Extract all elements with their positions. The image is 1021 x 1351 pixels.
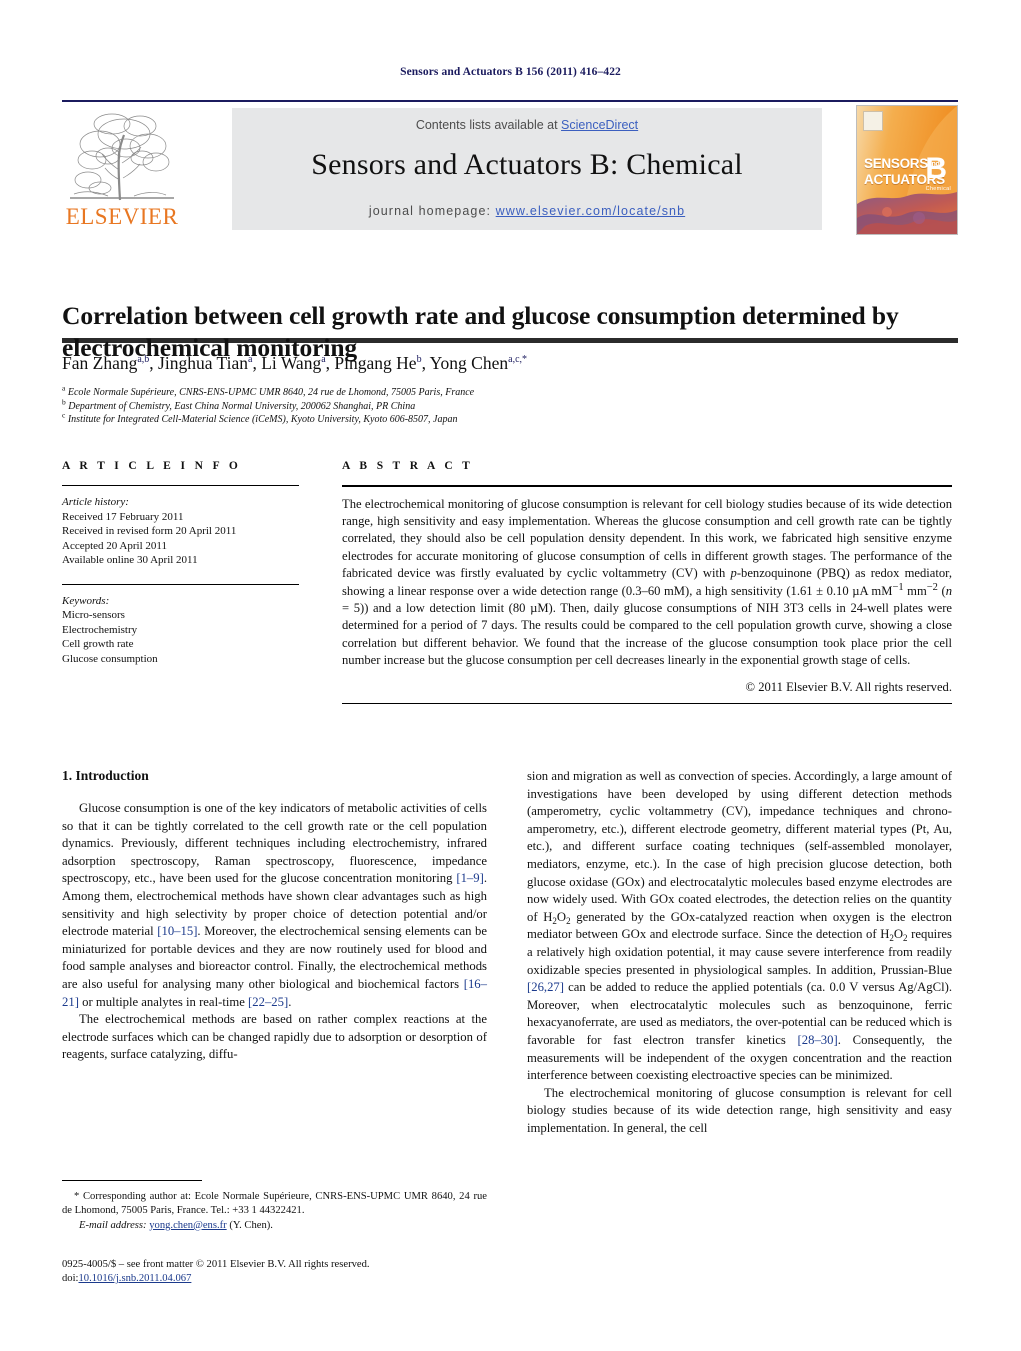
keywords-rule (62, 583, 299, 585)
corresponding-author-note: * Corresponding author at: Ecole Normale… (62, 1190, 487, 1219)
article-history-list: Received 17 February 2011 Received in re… (62, 510, 299, 568)
paper-page: Sensors and Actuators B 156 (2011) 416–4… (0, 0, 1021, 1351)
footnote-block: * Corresponding author at: Ecole Normale… (62, 1180, 487, 1233)
body-column-right: sion and migration as well as convection… (527, 768, 952, 1137)
email-link[interactable]: yong.chen@ens.fr (149, 1220, 226, 1231)
history-item: Received in revised form 20 April 2011 (62, 525, 237, 537)
contents-available-line: Contents lists available at ScienceDirec… (232, 118, 822, 132)
author-list: Fan Zhanga,b, Jinghua Tiana, Li Wanga, P… (62, 353, 528, 373)
info-abstract-block: A R T I C L E I N F O Article history: R… (62, 460, 952, 730)
abstract-rule (342, 485, 952, 487)
sciencedirect-link[interactable]: ScienceDirect (561, 118, 638, 132)
history-item: Available online 30 April 2011 (62, 554, 198, 566)
history-item: Received 17 February 2011 (62, 510, 184, 523)
homepage-label: journal homepage: (368, 204, 492, 218)
cover-subtitle: Chemical (925, 186, 951, 192)
footnote-rule (62, 1180, 202, 1181)
affiliation-marker-c: c (62, 410, 66, 420)
abstract-column: A B S T R A C T The electrochemical moni… (342, 460, 953, 705)
affiliation-b: b Department of Chemistry, East China No… (62, 397, 952, 414)
journal-homepage-line: journal homepage: www.elsevier.com/locat… (232, 204, 822, 218)
keyword-item: Electrochemistry (62, 623, 138, 636)
affiliation-a: a Ecole Normale Supérieure, CNRS-ENS-UPM… (62, 383, 952, 400)
journal-title: Sensors and Actuators B: Chemical (311, 148, 743, 181)
affiliation-text-a: Ecole Normale Supérieure, CNRS-ENS-UPMC … (67, 387, 475, 398)
paragraph: The electrochemical methods are based on… (62, 1012, 487, 1062)
paragraph: The electrochemical monitoring of glucos… (527, 1085, 952, 1135)
corresponding-author-text: * Corresponding author at: Ecole Normale… (62, 1191, 487, 1217)
elsevier-tree-icon (70, 113, 174, 201)
doi-label: doi: (62, 1273, 79, 1285)
email-suffix: (Y. Chen). (229, 1219, 273, 1231)
keyword-item: Cell growth rate (62, 638, 134, 650)
contents-band: Contents lists available at ScienceDirec… (232, 108, 822, 230)
affiliation-text-c: Institute for Integrated Cell-Material S… (67, 414, 458, 425)
email-label: E-mail address: (79, 1219, 147, 1231)
contents-prefix: Contents lists available at (415, 118, 562, 132)
cover-line-sensors: SENSORS (864, 156, 928, 171)
affiliation-marker-b: b (62, 397, 66, 407)
email-note: E-mail address: yong.chen@ens.fr (Y. Che… (62, 1219, 487, 1233)
abstract-heading: A B S T R A C T (342, 460, 474, 472)
history-item: Accepted 20 April 2011 (62, 539, 167, 552)
elsevier-wordmark: ELSEVIER (65, 204, 179, 229)
affiliation-marker-a: a (62, 383, 66, 393)
article-history-label: Article history: (62, 496, 129, 508)
issn-copyright-line: 0925-4005/$ – see front matter © 2011 El… (62, 1259, 370, 1270)
abstract-copyright: © 2011 Elsevier B.V. All rights reserved… (745, 679, 953, 694)
affiliation-c: c Institute for Integrated Cell-Material… (62, 410, 952, 427)
paragraph: sion and migration as well as convection… (527, 769, 953, 1083)
running-head: Sensors and Actuators B 156 (2011) 416–4… (400, 66, 621, 78)
imprint-block: 0925-4005/$ – see front matter © 2011 El… (62, 1258, 492, 1287)
journal-homepage-link[interactable]: www.elsevier.com/locate/snb (496, 204, 686, 218)
cover-publisher-mark (863, 111, 883, 131)
keywords-label: Keywords: (62, 594, 110, 607)
doi-link[interactable]: 10.1016/j.snb.2011.04.067 (78, 1273, 191, 1284)
abstract-text: The electrochemical monitoring of glucos… (342, 496, 952, 668)
doi-line: doi:10.1016/j.snb.2011.04.067 (62, 1272, 492, 1286)
section-heading-introduction: 1. Introduction (62, 768, 149, 783)
abstract-bottom-rule (342, 702, 952, 705)
elsevier-logo: ELSEVIER (62, 108, 182, 230)
article-info-column: A R T I C L E I N F O Article history: R… (62, 460, 299, 666)
journal-cover-thumbnail: SENSORSand ACTUATORS B Chemical (856, 105, 958, 235)
keyword-item: Micro-sensors (62, 609, 125, 621)
body-column-left: 1. Introduction Glucose consumption is o… (62, 768, 487, 1064)
keywords-list: Micro-sensors Electrochemistry Cell grow… (62, 608, 299, 666)
journal-masthead: ELSEVIER Contents lists available at Sci… (62, 100, 958, 343)
paragraph: Glucose consumption is one of the key in… (62, 801, 487, 1009)
masthead-top-rule (62, 100, 958, 102)
article-info-heading: A R T I C L E I N F O (62, 460, 242, 472)
affiliation-text-b: Department of Chemistry, East China Norm… (68, 400, 416, 412)
affiliation-list: a Ecole Normale Supérieure, CNRS-ENS-UPM… (62, 383, 952, 427)
article-info-rule (62, 485, 299, 486)
cover-series-letter: B (925, 152, 947, 185)
keyword-item: Glucose consumption (62, 652, 158, 665)
